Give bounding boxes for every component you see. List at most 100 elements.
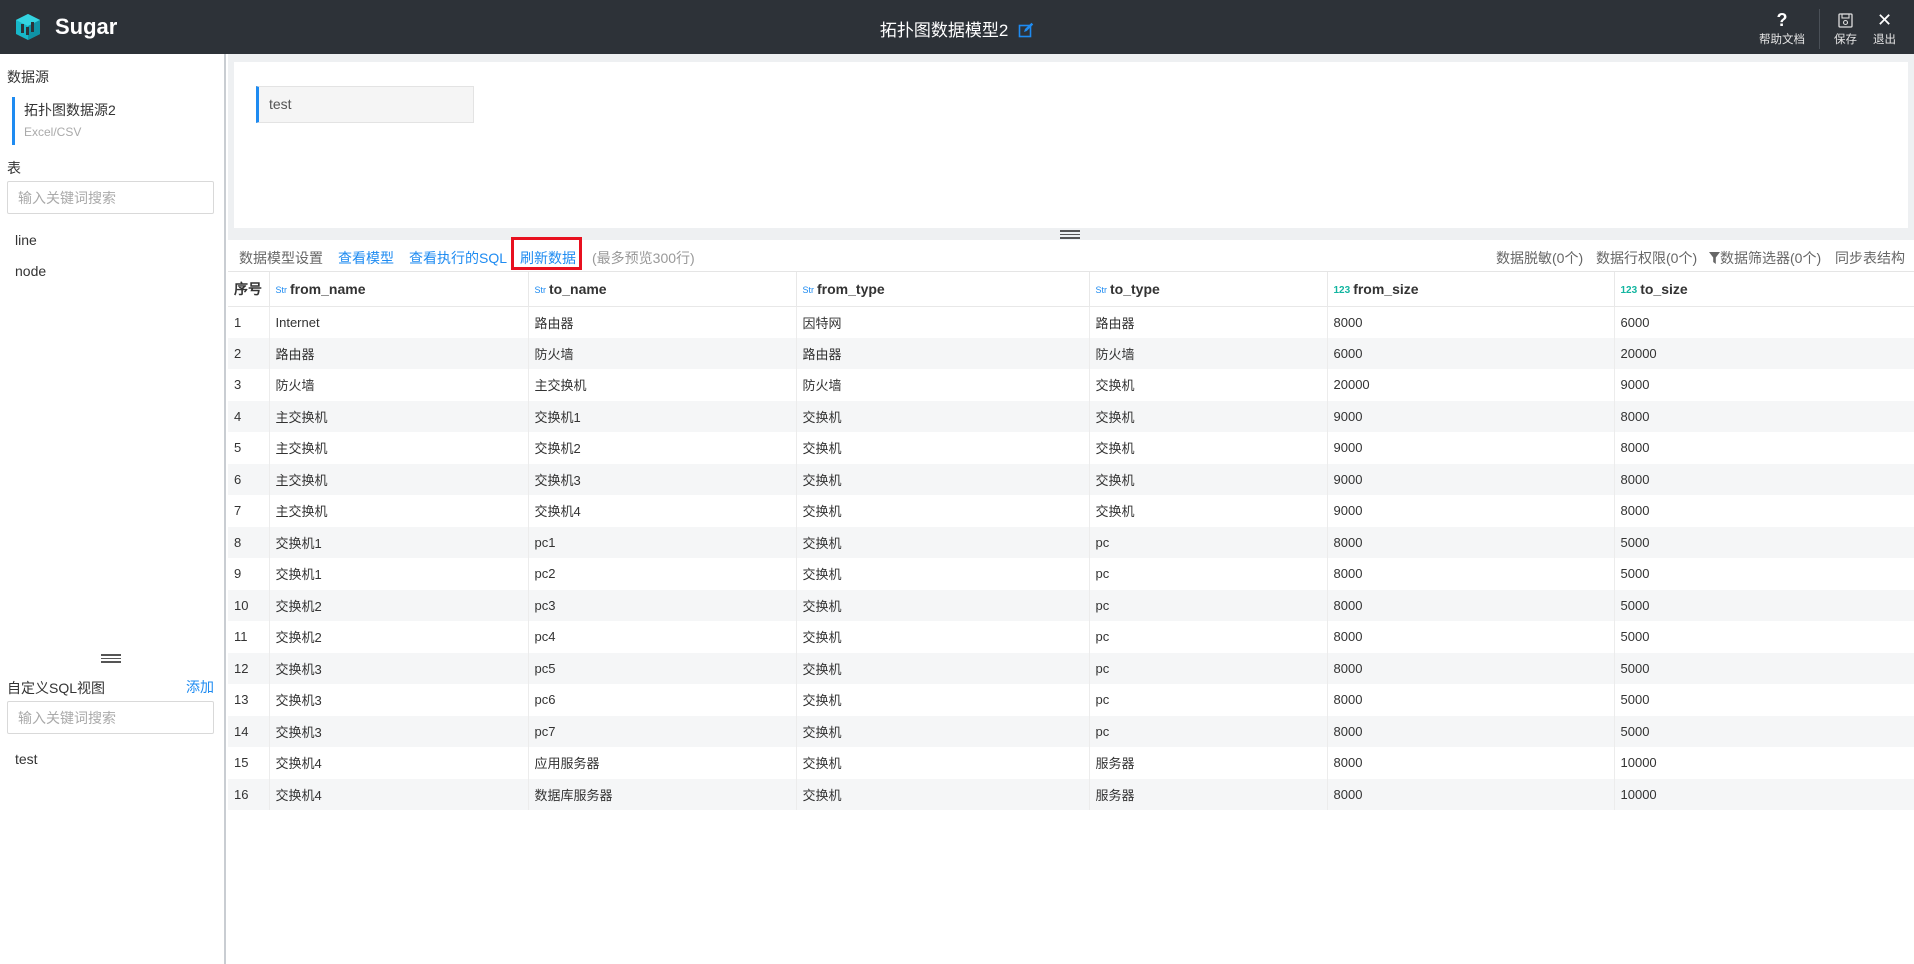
- table-cell: 15: [228, 747, 270, 779]
- table-cell: 交换机: [796, 747, 1090, 779]
- sql-view-search-input[interactable]: [7, 701, 214, 734]
- table-cell: 交换机: [796, 778, 1090, 810]
- col-header-from-size[interactable]: 123 from_size: [1327, 272, 1615, 307]
- table-item-line[interactable]: line: [15, 232, 37, 248]
- col-header-index: 序号: [228, 272, 270, 307]
- table-cell: 主交换机: [269, 432, 529, 464]
- table-cell: 6000: [1620, 314, 1650, 330]
- table-row: 2 路由器 防火墙 路由器 防火墙 6000 20000: [228, 337, 1914, 369]
- help-docs-button[interactable]: ? 帮助文档: [1751, 9, 1813, 47]
- table-cell: 交换机4: [269, 778, 529, 810]
- string-type-icon: Str: [1095, 284, 1108, 295]
- sidebar-resize-handle[interactable]: [101, 654, 121, 663]
- question-icon: ?: [1776, 9, 1788, 30]
- exit-button[interactable]: ✕ 退出: [1865, 9, 1904, 47]
- table-cell: 交换机: [796, 463, 1090, 495]
- table-cell: 8000: [1327, 778, 1615, 810]
- preview-limit-note: (最多预览300行): [592, 250, 695, 266]
- table-cell: 主交换机: [269, 400, 529, 432]
- col-header-to-name[interactable]: Str to_name: [528, 272, 797, 307]
- table-row: 11 交换机2 pc4 交换机 pc 8000 5000: [228, 621, 1914, 653]
- table-cell: 路由器: [269, 337, 529, 369]
- edit-icon[interactable]: [1018, 22, 1034, 38]
- tables-title: 表: [7, 160, 21, 176]
- table-cell: 主交换机: [269, 463, 529, 495]
- table-cell: pc: [1089, 526, 1328, 558]
- col-header-from-type[interactable]: Str from_type: [796, 272, 1090, 307]
- table-cell: 9000: [1327, 400, 1615, 432]
- string-type-icon: Str: [534, 284, 547, 295]
- view-sql-link[interactable]: 查看执行的SQL: [409, 248, 507, 268]
- table-cell: 4: [228, 400, 270, 432]
- row-permission-link[interactable]: 数据行权限(0个): [1596, 248, 1697, 268]
- table-cell: pc1: [528, 526, 797, 558]
- table-item-node[interactable]: node: [15, 263, 46, 279]
- panel-resize-handle[interactable]: [1060, 230, 1080, 239]
- table-search-input[interactable]: [7, 181, 214, 214]
- table-cell: 9000: [1620, 377, 1650, 393]
- col-header-to-type[interactable]: Str to_type: [1089, 272, 1328, 307]
- table-cell: 交换机4: [528, 495, 797, 527]
- table-cell: 交换机: [796, 400, 1090, 432]
- datasource-item[interactable]: 拓扑图数据源2 Excel/CSV: [12, 97, 212, 145]
- sql-view-item-test[interactable]: test: [15, 751, 38, 767]
- table-cell: 1: [228, 306, 270, 338]
- table-cell: 交换机3: [528, 463, 797, 495]
- table-cell: 路由器: [796, 337, 1090, 369]
- table-cell: 8000: [1620, 440, 1650, 456]
- table-row: 13 交换机3 pc6 交换机 pc 8000 5000: [228, 684, 1914, 716]
- table-cell: 5000: [1620, 629, 1650, 645]
- table-row: 6 主交换机 交换机3 交换机 交换机 9000 8000: [228, 463, 1914, 495]
- table-cell: 8000: [1327, 715, 1615, 747]
- help-docs-label: 帮助文档: [1759, 34, 1805, 46]
- data-filter-link[interactable]: 数据筛选器(0个): [1709, 248, 1821, 268]
- datasource-title: 数据源: [7, 69, 49, 85]
- table-cell: 交换机3: [269, 684, 529, 716]
- table-cell: pc: [1089, 558, 1328, 590]
- table-row: 9 交换机1 pc2 交换机 pc 8000 5000: [228, 558, 1914, 590]
- table-cell: 交换机2: [269, 589, 529, 621]
- col-header-from-name[interactable]: Str from_name: [269, 272, 529, 307]
- data-masking-link[interactable]: 数据脱敏(0个): [1496, 248, 1583, 268]
- model-settings-link[interactable]: 数据模型设置: [239, 248, 323, 268]
- table-cell: 路由器: [1089, 306, 1328, 338]
- table-cell: 交换机: [796, 495, 1090, 527]
- table-cell: 8: [228, 526, 270, 558]
- table-cell: 9000: [1327, 432, 1615, 464]
- table-cell: 16: [228, 778, 270, 810]
- table-cell: 交换机2: [528, 432, 797, 464]
- sql-tab-test[interactable]: test: [256, 86, 474, 123]
- col-header-to-size[interactable]: 123 to_size: [1614, 272, 1914, 307]
- table-row: 1 Internet 路由器 因特网 路由器 8000 6000: [228, 306, 1914, 338]
- table-cell: 交换机: [796, 715, 1090, 747]
- table-cell: 交换机3: [269, 715, 529, 747]
- add-sql-view-button[interactable]: 添加: [186, 677, 214, 697]
- table-cell: 主交换机: [269, 495, 529, 527]
- view-model-link[interactable]: 查看模型: [338, 248, 394, 268]
- sync-schema-link[interactable]: 同步表结构: [1835, 248, 1905, 268]
- table-cell: 10000: [1620, 755, 1657, 771]
- table-cell: 交换机: [1089, 432, 1328, 464]
- table-cell: 路由器: [528, 306, 797, 338]
- table-cell: 交换机: [796, 589, 1090, 621]
- table-cell: 5000: [1614, 589, 1914, 621]
- table-cell: 交换机1: [269, 526, 529, 558]
- table-row: 4 主交换机 交换机1 交换机 交换机 9000 8000: [228, 400, 1914, 432]
- table-cell: 10: [228, 589, 270, 621]
- table-cell: 交换机: [796, 621, 1090, 653]
- filter-icon: [1709, 252, 1720, 264]
- table-cell: 8000: [1327, 621, 1615, 653]
- sql-editor-panel: test: [234, 62, 1908, 228]
- table-cell: 交换机: [1089, 400, 1328, 432]
- table-cell: 8000: [1327, 747, 1615, 779]
- page-title: 拓扑图数据模型2: [879, 21, 1009, 40]
- refresh-data-button[interactable]: 刷新数据: [520, 248, 576, 268]
- datasource-type: Excel/CSV: [24, 125, 82, 139]
- table-cell: 交换机: [796, 684, 1090, 716]
- save-button[interactable]: 保存: [1826, 9, 1865, 47]
- table-cell: 交换机4: [269, 747, 529, 779]
- table-row: 7 主交换机 交换机4 交换机 交换机 9000 8000: [228, 495, 1914, 527]
- save-icon: [1838, 9, 1853, 31]
- table-cell: pc4: [528, 621, 797, 653]
- table-cell: 8000: [1327, 306, 1615, 338]
